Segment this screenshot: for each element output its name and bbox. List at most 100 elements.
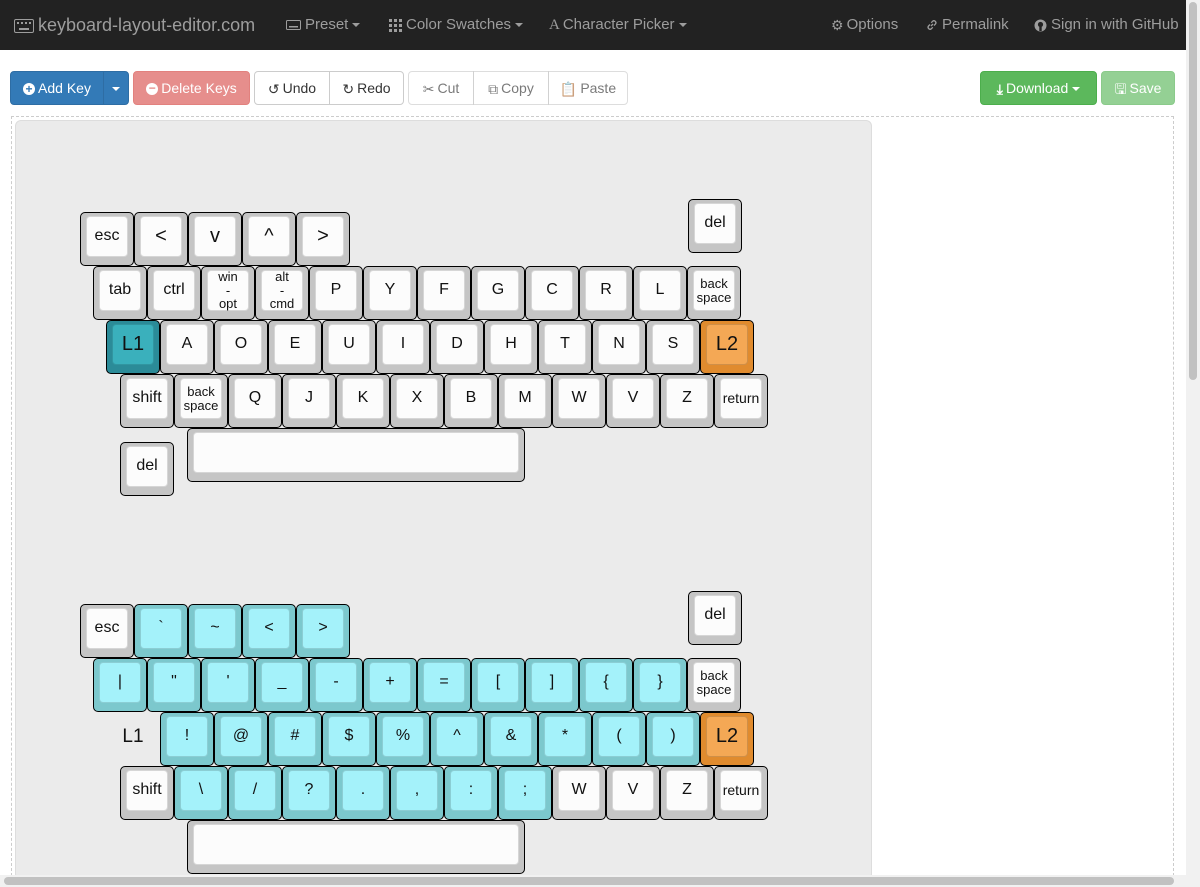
key-v[interactable]: V bbox=[606, 766, 660, 820]
key-question[interactable]: ? bbox=[282, 766, 336, 820]
key-tilde[interactable]: ~ bbox=[188, 604, 242, 658]
keyboard-canvas[interactable]: esc < v ^ > del tab ctrl win - opt alt -… bbox=[15, 120, 872, 880]
key-a[interactable]: A bbox=[160, 320, 214, 374]
key-shift[interactable]: shift bbox=[120, 374, 174, 428]
key-at[interactable]: @ bbox=[214, 712, 268, 766]
key-backspace[interactable]: back space bbox=[687, 658, 741, 712]
key-del[interactable]: del bbox=[688, 591, 742, 645]
key-e[interactable]: E bbox=[268, 320, 322, 374]
key-v[interactable]: V bbox=[606, 374, 660, 428]
key-exclamation[interactable]: ! bbox=[160, 712, 214, 766]
key-backslash[interactable]: \ bbox=[174, 766, 228, 820]
key-comma[interactable]: , bbox=[390, 766, 444, 820]
key-w[interactable]: W bbox=[552, 374, 606, 428]
key-f[interactable]: F bbox=[417, 266, 471, 320]
key-x[interactable]: X bbox=[390, 374, 444, 428]
key-asterisk[interactable]: * bbox=[538, 712, 592, 766]
delete-keys-button[interactable]: − Delete Keys bbox=[133, 71, 250, 105]
cut-button[interactable]: ✂ Cut bbox=[408, 71, 474, 105]
key-del[interactable]: del bbox=[120, 442, 174, 496]
save-button[interactable]: 🖫 Save bbox=[1101, 71, 1175, 105]
key-y[interactable]: Y bbox=[363, 266, 417, 320]
key-n[interactable]: N bbox=[592, 320, 646, 374]
key-backspace[interactable]: back space bbox=[174, 374, 228, 428]
key-colon[interactable]: : bbox=[444, 766, 498, 820]
key-m[interactable]: M bbox=[498, 374, 552, 428]
brand-link[interactable]: keyboard-layout-editor.com bbox=[14, 0, 255, 50]
key-hash[interactable]: # bbox=[268, 712, 322, 766]
key-close-paren[interactable]: ) bbox=[646, 712, 700, 766]
key-alt-cmd[interactable]: alt - cmd bbox=[255, 266, 309, 320]
key-c[interactable]: C bbox=[525, 266, 579, 320]
key-k[interactable]: K bbox=[336, 374, 390, 428]
key-ctrl[interactable]: ctrl bbox=[147, 266, 201, 320]
key-return[interactable]: return bbox=[714, 766, 768, 820]
undo-button[interactable]: ↺ Undo bbox=[254, 71, 330, 105]
key-l[interactable]: L bbox=[633, 266, 687, 320]
add-key-dropdown-button[interactable] bbox=[103, 71, 129, 105]
key-close-bracket[interactable]: ] bbox=[525, 658, 579, 712]
key-l2[interactable]: L2 bbox=[700, 712, 754, 766]
key-s[interactable]: S bbox=[646, 320, 700, 374]
key-backspace[interactable]: back space bbox=[687, 266, 741, 320]
redo-button[interactable]: ↻ Redo bbox=[329, 71, 404, 105]
key-open-brace[interactable]: { bbox=[579, 658, 633, 712]
key-i[interactable]: I bbox=[376, 320, 430, 374]
key-win-opt[interactable]: win - opt bbox=[201, 266, 255, 320]
key-l1[interactable]: L1 bbox=[106, 320, 160, 374]
key-minus[interactable]: - bbox=[309, 658, 363, 712]
key-esc[interactable]: esc bbox=[80, 212, 134, 266]
key-period[interactable]: . bbox=[336, 766, 390, 820]
key-l1[interactable]: L1 bbox=[106, 712, 160, 766]
options-link[interactable]: ⚙ Options bbox=[831, 0, 898, 50]
key-l2[interactable]: L2 bbox=[700, 320, 754, 374]
key-space[interactable] bbox=[187, 428, 525, 482]
key-z[interactable]: Z bbox=[660, 766, 714, 820]
paste-button[interactable]: 📋 Paste bbox=[548, 71, 628, 105]
key-percent[interactable]: % bbox=[376, 712, 430, 766]
key-b[interactable]: B bbox=[444, 374, 498, 428]
key-shift[interactable]: shift bbox=[120, 766, 174, 820]
key-semicolon[interactable]: ; bbox=[498, 766, 552, 820]
key-close-brace[interactable]: } bbox=[633, 658, 687, 712]
key-less-than[interactable]: < bbox=[242, 604, 296, 658]
key-backtick[interactable]: ` bbox=[134, 604, 188, 658]
key-plus[interactable]: + bbox=[363, 658, 417, 712]
key-up[interactable]: ^ bbox=[242, 212, 296, 266]
key-underscore[interactable]: _ bbox=[255, 658, 309, 712]
key-return[interactable]: return bbox=[714, 374, 768, 428]
key-space[interactable] bbox=[187, 820, 525, 874]
key-t[interactable]: T bbox=[538, 320, 592, 374]
key-open-paren[interactable]: ( bbox=[592, 712, 646, 766]
horizontal-scrollbar-thumb[interactable] bbox=[4, 877, 1174, 885]
key-tab[interactable]: tab bbox=[93, 266, 147, 320]
key-q[interactable]: Q bbox=[228, 374, 282, 428]
key-g[interactable]: G bbox=[471, 266, 525, 320]
copy-button[interactable]: ⧉ Copy bbox=[473, 71, 549, 105]
key-w[interactable]: W bbox=[552, 766, 606, 820]
key-o[interactable]: O bbox=[214, 320, 268, 374]
key-caret[interactable]: ^ bbox=[430, 712, 484, 766]
key-down[interactable]: v bbox=[188, 212, 242, 266]
github-signin-link[interactable]: Sign in with GitHub bbox=[1034, 0, 1179, 50]
key-equals[interactable]: = bbox=[417, 658, 471, 712]
key-u[interactable]: U bbox=[322, 320, 376, 374]
key-double-quote[interactable]: " bbox=[147, 658, 201, 712]
key-z[interactable]: Z bbox=[660, 374, 714, 428]
vertical-scrollbar-thumb[interactable] bbox=[1189, 2, 1197, 380]
key-right[interactable]: > bbox=[296, 212, 350, 266]
key-left[interactable]: < bbox=[134, 212, 188, 266]
character-picker-menu[interactable]: A Character Picker bbox=[549, 0, 687, 50]
key-greater-than[interactable]: > bbox=[296, 604, 350, 658]
key-p[interactable]: P bbox=[309, 266, 363, 320]
key-slash[interactable]: / bbox=[228, 766, 282, 820]
permalink-link[interactable]: Permalink bbox=[926, 0, 1009, 50]
key-j[interactable]: J bbox=[282, 374, 336, 428]
download-button[interactable]: ⤓ Download bbox=[980, 71, 1097, 105]
color-swatches-menu[interactable]: Color Swatches bbox=[389, 0, 524, 50]
key-ampersand[interactable]: & bbox=[484, 712, 538, 766]
key-del[interactable]: del bbox=[688, 199, 742, 253]
add-key-button[interactable]: + Add Key bbox=[10, 71, 104, 105]
key-d[interactable]: D bbox=[430, 320, 484, 374]
key-open-bracket[interactable]: [ bbox=[471, 658, 525, 712]
